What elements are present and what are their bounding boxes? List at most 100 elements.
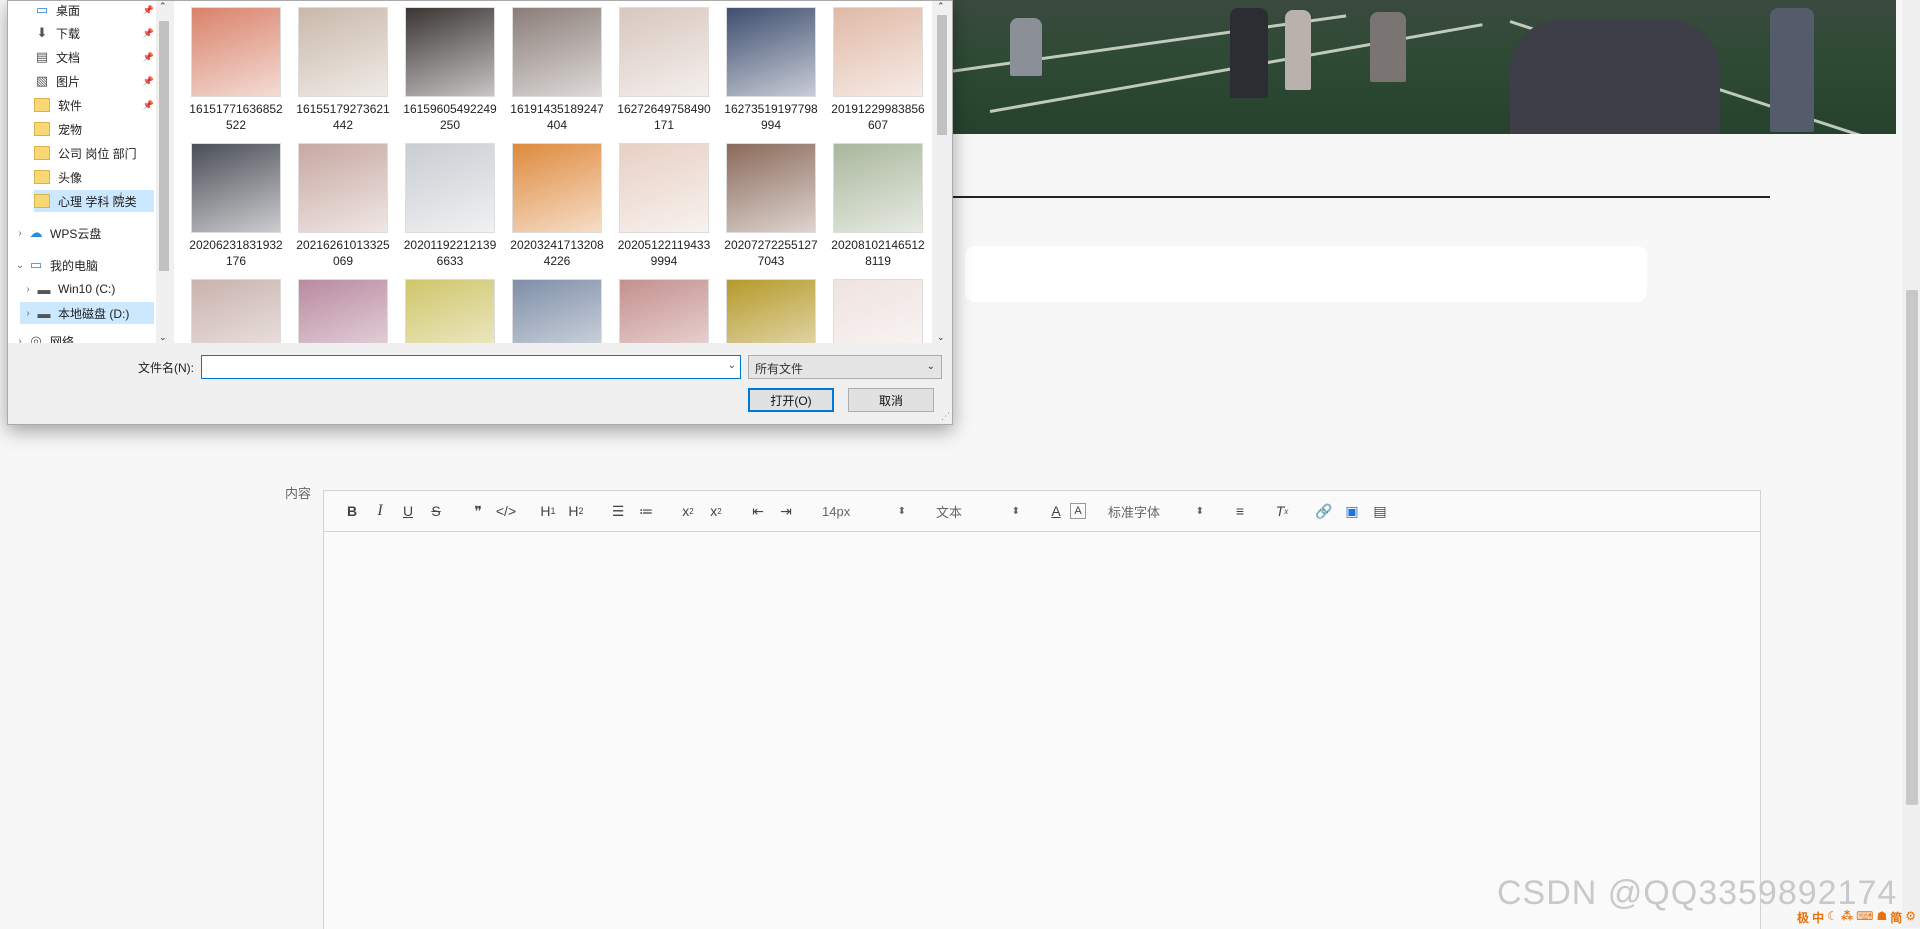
file-item[interactable]: 202032417132084226 [507,143,607,269]
ordered-list-button[interactable]: ☰ [604,497,632,525]
heading2-button[interactable]: H2 [562,497,590,525]
file-item[interactable]: 20191229983856607 [828,7,928,133]
chevron-down-icon[interactable]: ⌄ [728,360,736,371]
file-item[interactable]: 16155179273621442 [293,7,393,133]
underline-button[interactable]: U [394,497,422,525]
nav-scrollbar[interactable]: ⌃ ⌄ [156,1,172,343]
expand-icon[interactable]: › [20,308,36,319]
nav-item[interactable]: ▧ 图片 📌 [34,70,154,92]
nav-item[interactable]: ⬇ 下载 📌 [34,22,154,44]
file-item[interactable]: 16273519197798994 [721,7,821,133]
file-item[interactable] [721,279,821,343]
folder-icon [34,122,50,136]
file-item[interactable]: 20206231831932176 [186,143,286,269]
expand-icon[interactable]: ⌄ [12,260,28,271]
italic-button[interactable]: I [366,497,394,525]
expand-icon[interactable]: › [12,228,28,239]
file-item[interactable]: 16151771636852522 [186,7,286,133]
superscript-button[interactable]: x2 [702,497,730,525]
indent-button[interactable]: ⇥ [772,497,800,525]
file-item[interactable]: 20216261013325069 [293,143,393,269]
outdent-button[interactable]: ⇤ [744,497,772,525]
tray-icon[interactable]: ⚙ [1905,909,1916,926]
file-item[interactable] [828,279,928,343]
file-item[interactable]: 202011922121396633 [400,143,500,269]
file-item[interactable]: 16159605492249250 [400,7,500,133]
paragraph-picker[interactable]: 文本 ⬍ [928,497,1028,525]
background-color-button[interactable]: A [1070,503,1086,519]
font-family-picker[interactable]: 标准字体 ⬍ [1100,497,1212,525]
nav-item[interactable]: › ▬ Win10 (C:) [20,278,154,300]
file-thumbnail [512,143,602,233]
cancel-button[interactable]: 取消 [848,388,934,412]
open-button[interactable]: 打开(O) [748,388,834,412]
tray-icon[interactable]: 简 [1890,909,1902,926]
expand-icon[interactable]: › [12,336,28,344]
nav-item[interactable]: ▤ 文档 📌 [34,46,154,68]
file-type-value: 所有文件 [755,362,804,376]
resize-grip-icon[interactable]: ⋰ [941,411,950,422]
code-block-button[interactable]: </> [492,497,520,525]
navigation-pane[interactable]: ▭ 桌面 📌 ⬇ 下载 📌 ▤ 文档 📌 ▧ 图片 📌 软件 📌 宠物 公司 岗位 部门 头像 心理 学科 院类 ›… [8,1,156,343]
tray-icon[interactable]: ⁂ [1841,909,1853,926]
clear-format-button[interactable]: Tx [1268,497,1296,525]
video-icon[interactable]: ▤ [1366,497,1394,525]
nav-item[interactable]: 公司 岗位 部门 [34,142,154,164]
nav-item[interactable]: 头像 [34,166,154,188]
file-thumbnail [298,143,388,233]
bold-button[interactable]: B [338,497,366,525]
filename-input[interactable]: ⌄ [201,355,741,379]
nav-item[interactable]: › ▬ 本地磁盘 (D:) [20,302,154,324]
tray-icon[interactable]: 中 [1812,909,1824,926]
text-color-button[interactable]: A [1042,497,1070,525]
file-item[interactable] [400,279,500,343]
updown-icon: ⬍ [897,505,906,517]
tray-icon[interactable]: 极 [1797,909,1809,926]
file-thumbnail [619,143,709,233]
page-scrollbar[interactable] [1902,0,1920,928]
nav-item-label: 图片 [56,74,81,89]
nav-item[interactable]: ▭ 桌面 📌 [34,1,154,21]
tray-icon[interactable]: ☗ [1876,909,1887,926]
nav-item[interactable]: 心理 学科 院类 [34,190,154,212]
strikethrough-button[interactable]: S [422,497,450,525]
file-item[interactable] [293,279,393,343]
title-input[interactable] [965,246,1647,302]
nav-item-label: 网络 [50,334,75,344]
tray-icon[interactable]: ☾ [1827,909,1838,926]
file-item[interactable] [507,279,607,343]
file-item[interactable]: 202081021465128119 [828,143,928,269]
link-icon[interactable]: 🔗 [1310,497,1338,525]
file-scrollbar[interactable]: ⌃ ⌄ [934,1,950,343]
drive-icon: ▬ [37,281,51,297]
file-type-select[interactable]: 所有文件 ⌄ [748,355,942,379]
file-list[interactable]: 16151771636852522 16155179273621442 161596… [174,1,932,343]
nav-item[interactable]: ⌄ ▭ 我的电脑 [12,254,154,276]
blockquote-button[interactable]: ❞ [464,497,492,525]
image-icon[interactable]: ▣ [1338,497,1366,525]
nav-item[interactable]: › ☁ WPS云盘 [12,222,154,244]
file-item[interactable]: 16191435189247404 [507,7,607,133]
file-item[interactable] [614,279,714,343]
file-item[interactable] [186,279,286,343]
pin-icon: 📌 [142,99,154,110]
bullet-list-button[interactable]: ≔ [632,497,660,525]
rich-text-editor[interactable]: B I U S ❞ </> H1 H2 ☰ ≔ x2 x2 ⇤ ⇥ 14px ⬍… [323,490,1761,929]
font-size-picker[interactable]: 14px ⬍ [814,497,914,525]
nav-item-label: 文档 [56,50,81,65]
nav-item[interactable]: 宠物 [34,118,154,140]
nav-item[interactable]: 软件 📌 [34,94,154,116]
heading1-button[interactable]: H1 [534,497,562,525]
nav-item[interactable]: › ◎ 网络 [12,330,154,343]
file-thumbnail [191,279,281,343]
subscript-button[interactable]: x2 [674,497,702,525]
file-thumbnail [512,7,602,97]
file-item[interactable]: 202072722551277043 [721,143,821,269]
paragraph-value: 文本 [936,504,963,520]
file-item[interactable]: 202051221194339994 [614,143,714,269]
file-thumbnail [298,7,388,97]
align-button[interactable]: ≡ [1226,497,1254,525]
tray-icon[interactable]: ⌨ [1856,909,1873,926]
file-item[interactable]: 16272649758490171 [614,7,714,133]
expand-icon[interactable]: › [20,284,36,295]
